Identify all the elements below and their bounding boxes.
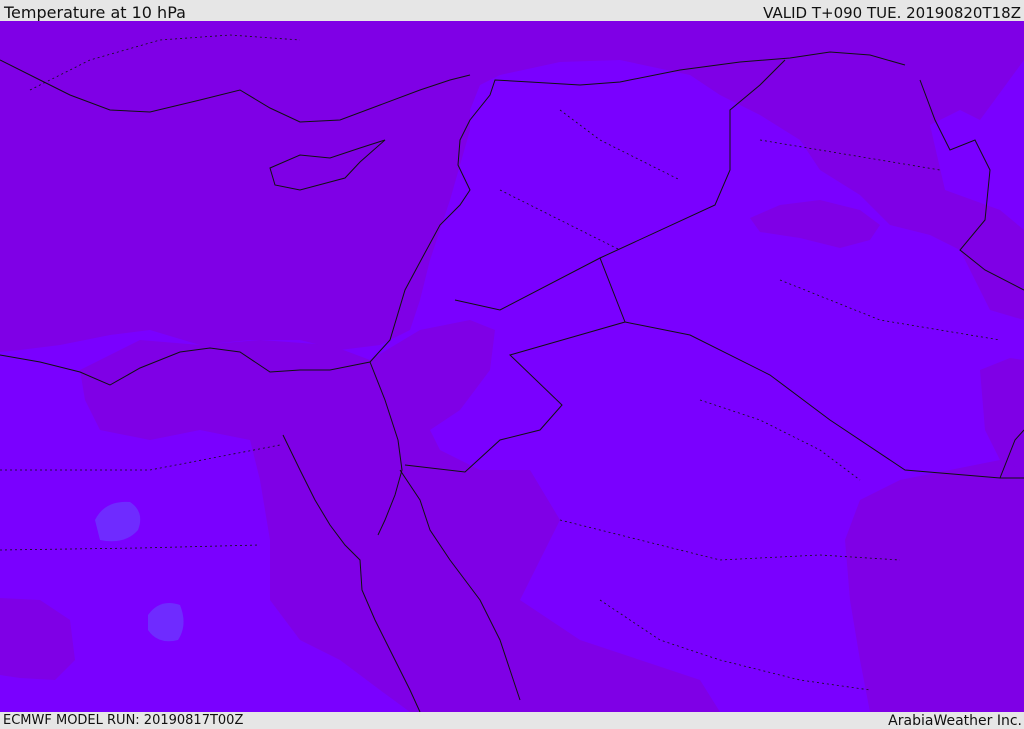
valid-time-label: VALID T+090 TUE. 20190820T18Z (763, 4, 1021, 22)
credit-label: ArabiaWeather Inc. (888, 713, 1022, 729)
header-bar: Temperature at 10 hPa VALID T+090 TUE. 2… (0, 0, 1024, 22)
map-canvas[interactable] (0, 21, 1024, 712)
model-run-label: ECMWF MODEL RUN: 20190817T00Z (3, 713, 244, 728)
footer-bar: ECMWF MODEL RUN: 20190817T00Z ArabiaWeat… (0, 712, 1024, 729)
map-title: Temperature at 10 hPa (4, 3, 186, 22)
temperature-map (0, 21, 1024, 712)
